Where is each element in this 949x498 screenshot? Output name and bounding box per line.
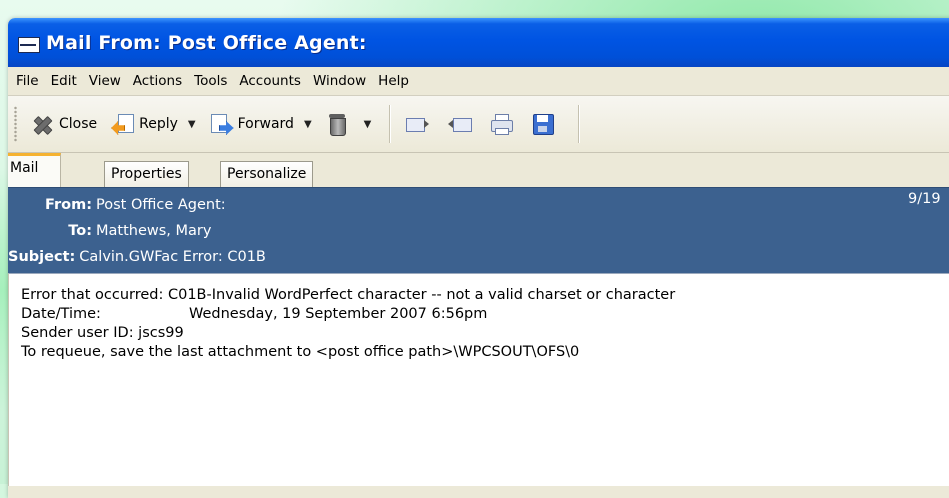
body-line-requeue: To requeue, save the last attachment to … [21,344,580,360]
title-bar[interactable]: Mail From: Post Office Agent: [8,18,949,67]
window-title: Mail From: Post Office Agent: [46,31,367,54]
toolbar-separator [389,105,391,143]
toolbar: Close Reply ▼ Forward ▼ ▼ [8,96,949,153]
menu-file[interactable]: File [10,73,45,89]
to-row: To: Matthews, Mary [8,219,211,243]
floppy-disk-icon [532,113,555,135]
from-value[interactable]: Post Office Agent: [96,197,226,213]
printer-icon [490,113,514,135]
menu-view[interactable]: View [83,73,127,89]
delete-dropdown-icon[interactable]: ▼ [364,119,372,130]
close-icon [31,113,53,135]
tab-properties[interactable]: Properties [104,161,189,187]
next-envelope-icon [406,113,430,135]
delete-button[interactable]: ▼ [320,107,378,141]
menu-tools[interactable]: Tools [188,73,233,89]
next-message-button[interactable] [400,107,440,141]
forward-button[interactable]: Forward ▼ [204,107,318,141]
body-line-sender: Sender user ID: jscs99 [21,325,184,341]
body-line-error: Error that occurred: C01B-Invalid WordPe… [21,287,676,303]
tab-personalize[interactable]: Personalize [220,161,314,187]
close-label: Close [59,116,98,132]
subject-row: Subject: Calvin.GWFac Error: C01B [8,245,266,269]
previous-envelope-icon [448,113,473,135]
from-row: From: Post Office Agent: [8,193,226,217]
to-label: To: [68,223,92,239]
mail-window: Mail From: Post Office Agent: File Edit … [8,18,949,498]
reply-button[interactable]: Reply ▼ [105,107,201,141]
menu-window[interactable]: Window [307,73,372,89]
body-line-datetime: Date/Time: Wednesday, 19 September 2007 6… [21,305,949,324]
forward-label: Forward [237,116,294,132]
forward-icon [210,113,234,135]
subject-value: Calvin.GWFac Error: C01B [79,249,266,265]
tab-mail[interactable]: Mail [8,153,62,187]
menu-bar: File Edit View Actions Tools Accounts Wi… [8,67,949,96]
print-button[interactable] [484,107,524,141]
menu-help[interactable]: Help [372,73,415,89]
toolbar-separator-2 [578,105,580,143]
save-button[interactable] [526,107,566,141]
from-label: From: [45,197,92,213]
close-button[interactable]: Close [25,107,103,141]
mail-envelope-icon [18,34,40,53]
previous-message-button[interactable] [442,107,482,141]
forward-dropdown-icon[interactable]: ▼ [304,119,312,130]
menu-edit[interactable]: Edit [45,73,83,89]
tab-strip: Mail Properties Personalize [8,153,949,187]
datetime-key: Date/Time: [21,306,101,322]
menu-actions[interactable]: Actions [127,73,188,89]
trash-icon [326,113,348,136]
reply-dropdown-icon[interactable]: ▼ [188,119,196,130]
subject-label: Subject: [8,249,76,265]
message-body[interactable]: Error that occurred: C01B-Invalid WordPe… [8,273,949,486]
message-date: 9/19 [908,191,941,207]
toolbar-grip[interactable] [14,106,17,142]
reply-label: Reply [139,116,178,132]
reply-icon [111,113,135,135]
message-header: From: Post Office Agent: 9/19 To: Matthews… [8,187,949,273]
datetime-value: Wednesday, 19 September 2007 6:56pm [189,306,488,322]
to-value[interactable]: Matthews, Mary [96,223,211,239]
menu-accounts[interactable]: Accounts [233,73,307,89]
